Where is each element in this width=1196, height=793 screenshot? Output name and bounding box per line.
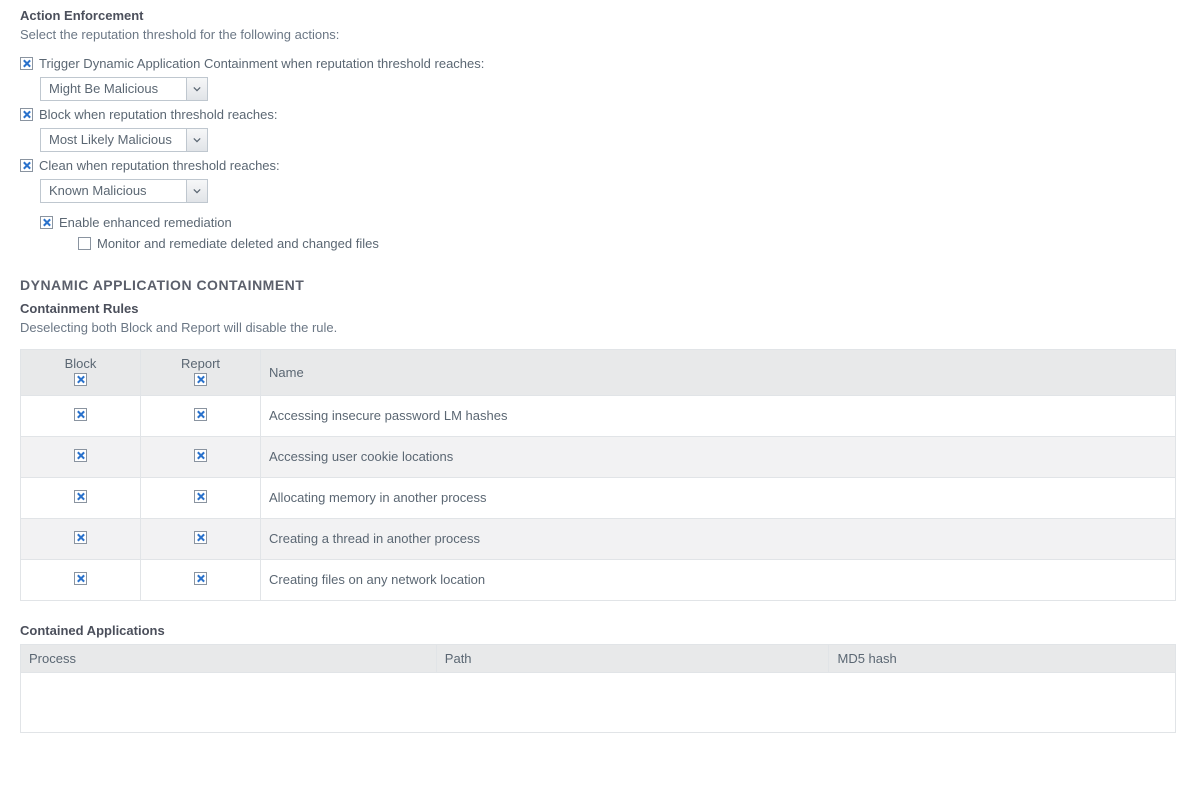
containment-rules-table: Block Report Name Accessing insecure pas… [20, 349, 1176, 601]
enhanced-remediation-checkbox[interactable] [40, 216, 53, 229]
block-all-checkbox[interactable] [74, 373, 87, 386]
containment-rules-hint: Deselecting both Block and Report will d… [20, 320, 1176, 335]
col-block-header[interactable]: Block [21, 350, 141, 396]
col-report-header[interactable]: Report [141, 350, 261, 396]
action-enforcement-hint: Select the reputation threshold for the … [20, 27, 1176, 42]
rule-report-checkbox[interactable] [194, 572, 207, 585]
trigger-dac-label: Trigger Dynamic Application Containment … [39, 56, 484, 71]
table-row: Accessing user cookie locations [21, 437, 1176, 478]
rule-name: Creating a thread in another process [261, 519, 1176, 560]
clean-checkbox[interactable] [20, 159, 33, 172]
col-md5-header[interactable]: MD5 hash [829, 645, 1176, 673]
report-all-checkbox[interactable] [194, 373, 207, 386]
rule-report-checkbox[interactable] [194, 490, 207, 503]
rule-block-checkbox[interactable] [74, 531, 87, 544]
rule-name: Creating files on any network location [261, 560, 1176, 601]
table-row: Creating files on any network location [21, 560, 1176, 601]
clean-select[interactable]: Known Malicious [40, 179, 208, 203]
chevron-down-icon[interactable] [186, 179, 208, 203]
clean-select-value: Known Malicious [40, 179, 186, 203]
rule-report-checkbox[interactable] [194, 531, 207, 544]
col-name-header[interactable]: Name [261, 350, 1176, 396]
dac-title: DYNAMIC APPLICATION CONTAINMENT [20, 277, 1176, 293]
containment-rules-title: Containment Rules [20, 301, 1176, 316]
rule-block-checkbox[interactable] [74, 490, 87, 503]
contained-apps-title: Contained Applications [20, 623, 1176, 638]
table-row: Creating a thread in another process [21, 519, 1176, 560]
rule-name: Accessing insecure password LM hashes [261, 396, 1176, 437]
rule-block-checkbox[interactable] [74, 449, 87, 462]
clean-label: Clean when reputation threshold reaches: [39, 158, 280, 173]
block-select[interactable]: Most Likely Malicious [40, 128, 208, 152]
rule-report-checkbox[interactable] [194, 408, 207, 421]
rule-block-checkbox[interactable] [74, 408, 87, 421]
col-process-header[interactable]: Process [21, 645, 437, 673]
rule-report-checkbox[interactable] [194, 449, 207, 462]
table-row: Accessing insecure password LM hashes [21, 396, 1176, 437]
contained-apps-table: Process Path MD5 hash [20, 644, 1176, 673]
monitor-remediate-label: Monitor and remediate deleted and change… [97, 236, 379, 251]
block-checkbox[interactable] [20, 108, 33, 121]
trigger-dac-checkbox[interactable] [20, 57, 33, 70]
action-enforcement-title: Action Enforcement [20, 8, 1176, 23]
rule-name: Allocating memory in another process [261, 478, 1176, 519]
table-row: Allocating memory in another process [21, 478, 1176, 519]
trigger-dac-select-value: Might Be Malicious [40, 77, 186, 101]
col-path-header[interactable]: Path [436, 645, 829, 673]
block-select-value: Most Likely Malicious [40, 128, 186, 152]
enhanced-remediation-label: Enable enhanced remediation [59, 215, 232, 230]
monitor-remediate-checkbox[interactable] [78, 237, 91, 250]
rule-name: Accessing user cookie locations [261, 437, 1176, 478]
chevron-down-icon[interactable] [186, 77, 208, 101]
rule-block-checkbox[interactable] [74, 572, 87, 585]
block-label: Block when reputation threshold reaches: [39, 107, 277, 122]
contained-apps-body [20, 673, 1176, 733]
chevron-down-icon[interactable] [186, 128, 208, 152]
trigger-dac-select[interactable]: Might Be Malicious [40, 77, 208, 101]
